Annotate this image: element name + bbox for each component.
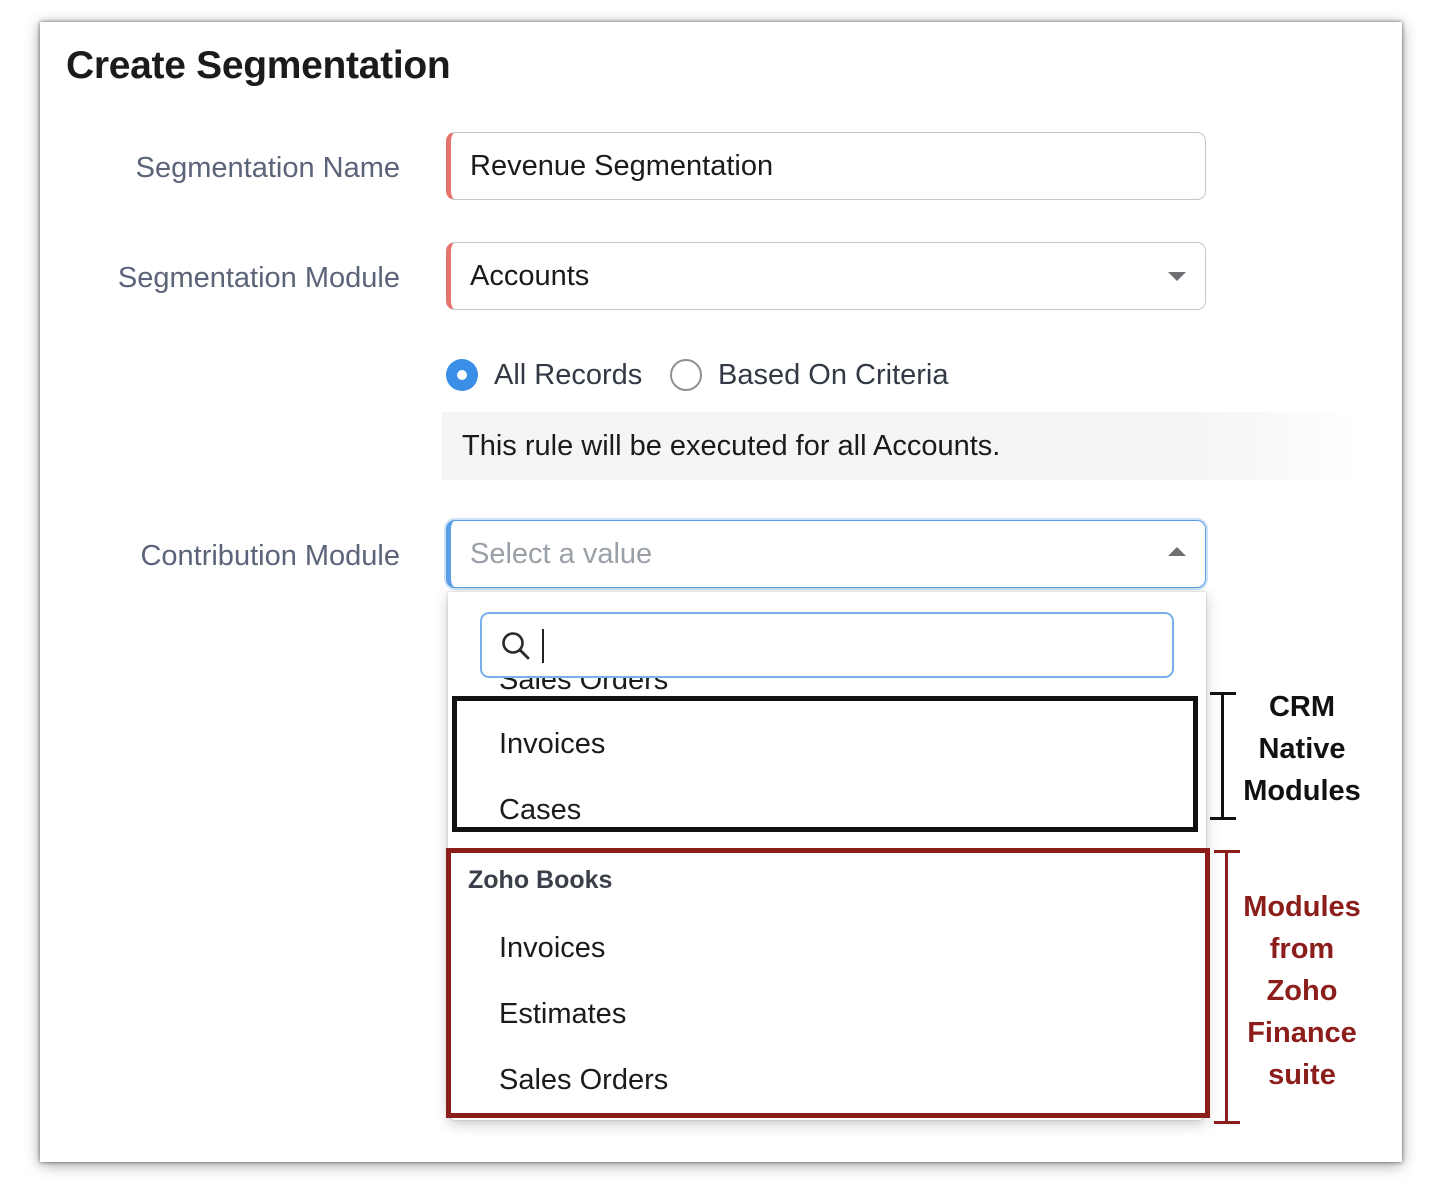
segmentation-module-label: Segmentation Module (117, 262, 400, 294)
annotation-line: Modules (1243, 775, 1361, 807)
page-title: Create Segmentation (66, 44, 451, 87)
contribution-module-select[interactable]: Select a value (446, 520, 1206, 588)
search-icon (502, 632, 530, 660)
text-cursor (542, 629, 544, 663)
radio-all-records-label: All Records (494, 358, 643, 391)
annotation-line: CRM (1268, 691, 1336, 723)
contribution-module-placeholder: Select a value (470, 538, 653, 570)
dropdown-search-input[interactable] (480, 612, 1174, 678)
radio-based-on-criteria[interactable]: Based On Criteria (670, 358, 949, 392)
chevron-up-icon (1168, 547, 1186, 556)
radio-selected-icon (446, 359, 478, 391)
segmentation-module-select[interactable]: Accounts (446, 242, 1206, 310)
chevron-down-icon (1168, 272, 1186, 281)
annotation-line: Zoho (1266, 975, 1338, 1007)
annotation-line: suite (1268, 1059, 1336, 1091)
info-note: This rule will be executed for all Accou… (442, 412, 1362, 480)
segmentation-module-value: Accounts (470, 260, 590, 292)
radio-unselected-icon (670, 359, 702, 391)
crm-native-modules-annotation: CRM Native Modules (1236, 686, 1368, 812)
create-segmentation-dialog: Create Segmentation Segmentation Name Re… (40, 22, 1402, 1162)
annotation-line: from (1269, 933, 1335, 965)
annotation-line: Modules (1243, 891, 1361, 923)
crm-bracket (1210, 692, 1236, 820)
finance-suite-highlight-box (446, 848, 1210, 1118)
zoho-finance-modules-annotation: Modules from Zoho Finance suite (1236, 886, 1368, 1096)
annotation-line: Native (1258, 733, 1346, 765)
contribution-module-label: Contribution Module (140, 540, 400, 572)
segmentation-name-label: Segmentation Name (135, 152, 400, 184)
radio-based-on-criteria-label: Based On Criteria (718, 358, 949, 391)
segmentation-name-value: Revenue Segmentation (470, 150, 774, 182)
info-note-text: This rule will be executed for all Accou… (462, 430, 1001, 462)
crm-native-highlight-box (452, 696, 1198, 832)
segmentation-name-input[interactable]: Revenue Segmentation (446, 132, 1206, 200)
radio-all-records[interactable]: All Records (446, 358, 642, 392)
annotation-line: Finance (1247, 1017, 1357, 1049)
